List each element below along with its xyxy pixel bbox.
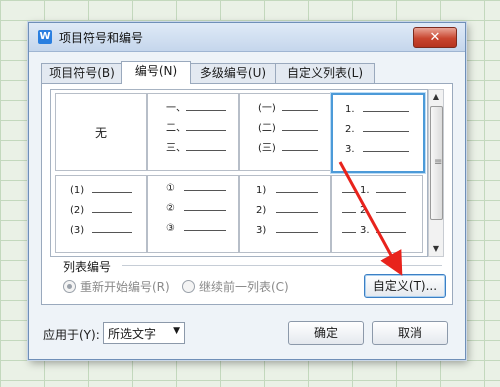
numbering-label: 2. xyxy=(345,124,355,135)
tab-numbering[interactable]: 编号(N) xyxy=(121,61,191,84)
numbering-label: 3. xyxy=(345,144,355,155)
numbering-label: (3) xyxy=(70,225,85,236)
numbering-label: ② xyxy=(166,203,175,214)
restart-numbering-label: 重新开始编号(R) xyxy=(80,280,170,294)
continue-list-option[interactable]: 继续前一列表(C) xyxy=(182,278,289,295)
ok-button[interactable]: 确定 xyxy=(288,321,364,345)
numbering-none[interactable]: 无 xyxy=(55,93,147,171)
cancel-button[interactable]: 取消 xyxy=(372,321,448,345)
numbering-label: 2. xyxy=(360,205,370,216)
numbering-label: 2) xyxy=(256,205,267,216)
grip-icon: ≡ xyxy=(434,157,443,168)
numbering-chinese-paren[interactable]: (一) (二) (三) xyxy=(239,93,331,171)
numbering-label: ③ xyxy=(166,223,175,234)
numbering-label: ① xyxy=(166,183,175,194)
none-label: 无 xyxy=(94,126,107,140)
numbering-label: 3. xyxy=(360,225,370,236)
numbering-circled[interactable]: ① ② ③ xyxy=(147,175,239,253)
numbering-label: (三) xyxy=(258,143,276,154)
numbering-arabic-paren[interactable]: (1) (2) (3) xyxy=(55,175,147,253)
bullets-numbering-dialog: W 项目符号和编号 ✕ 项目符号(B) 编号(N) 多级编号(U) 自定义列表(… xyxy=(28,22,466,360)
tab-bullets[interactable]: 项目符号(B) xyxy=(41,63,123,83)
numbering-label: 二、 xyxy=(166,123,186,134)
title-bar: W 项目符号和编号 ✕ xyxy=(29,23,465,52)
numbering-arabic-dot[interactable]: 1. 2. 3. xyxy=(331,93,425,173)
numbering-arabic-half-paren[interactable]: 1) 2) 3) xyxy=(239,175,331,253)
numbering-label: (2) xyxy=(70,205,85,216)
continue-list-label: 继续前一列表(C) xyxy=(199,280,289,294)
close-button[interactable]: ✕ xyxy=(413,27,457,48)
numbering-label: 3) xyxy=(256,225,267,236)
apply-to-value: 所选文字 xyxy=(108,327,157,341)
dialog-title: 项目符号和编号 xyxy=(59,31,144,45)
numbering-label: (1) xyxy=(70,185,85,196)
scroll-down-arrow-icon[interactable]: ▼ xyxy=(429,242,443,256)
numbering-label: 1) xyxy=(256,185,267,196)
customize-button[interactable]: 自定义(T)... xyxy=(364,274,446,298)
numbering-label: 一、 xyxy=(166,103,186,114)
numbering-chinese-comma[interactable]: 一、 二、 三、 xyxy=(147,93,239,171)
chevron-down-icon: ▼ xyxy=(173,326,180,336)
apply-to-select[interactable]: 所选文字 ▼ xyxy=(103,322,185,344)
scroll-up-arrow-icon[interactable]: ▲ xyxy=(429,90,443,104)
numbering-panel: 无 一、 二、 三、 (一) (二) (三) 1. 2. 3. (1) (2) … xyxy=(41,83,453,305)
numbering-arabic-dot-indented[interactable]: 1. 2. 3. xyxy=(331,175,423,253)
gallery-scrollbar[interactable]: ▲ ≡ ▼ xyxy=(428,89,444,257)
tab-custom-list[interactable]: 自定义列表(L) xyxy=(275,63,375,83)
numbering-label: 1. xyxy=(360,185,370,196)
numbering-label: (一) xyxy=(258,103,276,114)
list-numbering-label: 列表编号 xyxy=(63,260,112,274)
tab-multilevel[interactable]: 多级编号(U) xyxy=(189,63,277,83)
numbering-gallery: 无 一、 二、 三、 (一) (二) (三) 1. 2. 3. (1) (2) … xyxy=(50,89,428,257)
radio-icon xyxy=(182,280,195,293)
scroll-thumb[interactable]: ≡ xyxy=(430,106,443,220)
restart-numbering-option[interactable]: 重新开始编号(R) xyxy=(63,278,170,295)
apply-to-label: 应用于(Y): xyxy=(43,328,100,342)
section-divider xyxy=(122,265,442,266)
wps-app-icon: W xyxy=(38,30,52,44)
numbering-label: 三、 xyxy=(166,143,186,154)
radio-icon xyxy=(63,280,76,293)
numbering-label: (二) xyxy=(258,123,276,134)
numbering-label: 1. xyxy=(345,104,355,115)
